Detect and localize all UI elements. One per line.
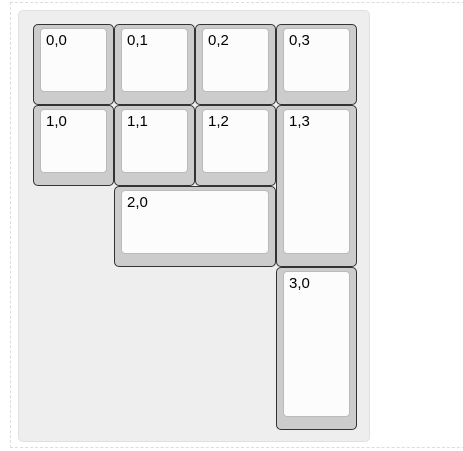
key-label: 0,0 [46, 32, 67, 49]
keycap-2-0: 2,0 [121, 190, 269, 254]
key-0-1[interactable]: 0,1 [114, 24, 195, 105]
key-0-3[interactable]: 0,3 [276, 24, 357, 105]
key-0-2[interactable]: 0,2 [195, 24, 276, 105]
key-3-0[interactable]: 3,0 [276, 267, 357, 430]
keycap-1-1: 1,1 [121, 109, 188, 173]
key-2-0[interactable]: 2,0 [114, 186, 276, 267]
keycap-1-2: 1,2 [202, 109, 269, 173]
keycap-3-0: 3,0 [283, 271, 350, 417]
key-label: 1,3 [289, 113, 310, 130]
key-label: 1,1 [127, 113, 148, 130]
keycap-0-0: 0,0 [40, 28, 107, 92]
key-0-0[interactable]: 0,0 [33, 24, 114, 105]
keycap-1-3: 1,3 [283, 109, 350, 254]
keycap-0-3: 0,3 [283, 28, 350, 92]
key-label: 0,1 [127, 32, 148, 49]
keycap-1-0: 1,0 [40, 109, 107, 173]
key-1-2[interactable]: 1,2 [195, 105, 276, 186]
key-label: 2,0 [127, 194, 148, 211]
keycap-0-2: 0,2 [202, 28, 269, 92]
keycap-0-1: 0,1 [121, 28, 188, 92]
key-label: 1,0 [46, 113, 67, 130]
key-label: 0,3 [289, 32, 310, 49]
key-1-1[interactable]: 1,1 [114, 105, 195, 186]
key-label: 1,2 [208, 113, 229, 130]
key-label: 0,2 [208, 32, 229, 49]
key-1-3[interactable]: 1,3 [276, 105, 357, 267]
key-label: 3,0 [289, 275, 310, 292]
key-1-0[interactable]: 1,0 [33, 105, 114, 186]
